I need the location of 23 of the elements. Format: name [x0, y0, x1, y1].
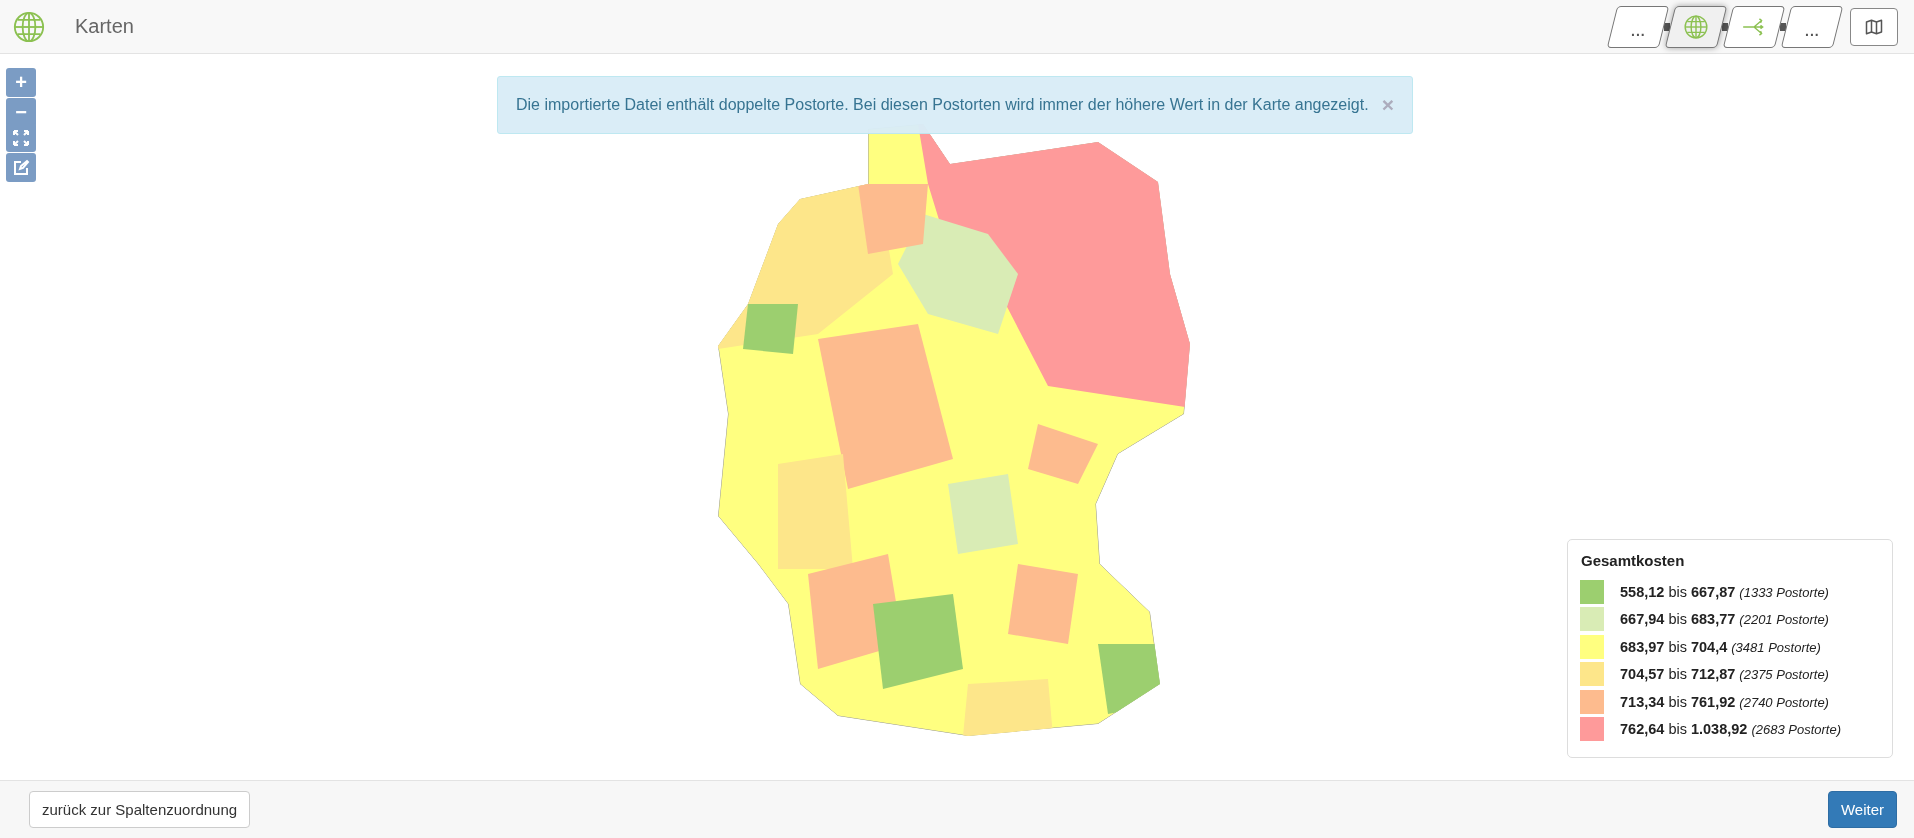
legend-range: 683,97 bis 704,4 (3481 Postorte) — [1620, 638, 1821, 655]
wizard-step[interactable]: ... — [1606, 5, 1670, 48]
map-view-button[interactable] — [1850, 7, 1898, 46]
legend-range: 558,12 bis 667,87 (1333 Postorte) — [1620, 583, 1829, 600]
wizard-step[interactable] — [1722, 5, 1786, 48]
edit-icon — [12, 158, 30, 177]
legend-range: 713,34 bis 761,92 (2740 Postorte) — [1620, 693, 1829, 710]
expand-arrows-icon — [12, 128, 30, 147]
edit-button[interactable] — [6, 153, 36, 182]
globe-icon — [1683, 13, 1709, 40]
globe-logo-icon — [12, 9, 46, 44]
wizard-step[interactable] — [1664, 5, 1728, 48]
zoom-in-button[interactable]: + — [6, 68, 36, 97]
page-title: Karten — [75, 15, 135, 38]
back-button[interactable]: zurück zur Spaltenzuordnung — [29, 791, 251, 828]
wizard-step[interactable]: ... — [1780, 5, 1844, 48]
next-button[interactable]: Weiter — [1827, 791, 1897, 828]
fullscreen-button[interactable] — [6, 123, 36, 152]
alert-message: Die importierte Datei enthält doppelte Postorte. Bei diesen Postorten wird immer der höhere Wert in der Karte angezeigt. — [516, 96, 1370, 114]
legend-title: Gesamtkosten — [1581, 552, 1686, 569]
legend-range: 762,64 bis 1.038,92 (2683 Postorte) — [1620, 721, 1842, 738]
legend-range: 704,57 bis 712,87 (2375 Postorte) — [1620, 666, 1829, 683]
legend-range: 667,94 bis 683,77 (2201 Postorte) — [1620, 611, 1829, 628]
